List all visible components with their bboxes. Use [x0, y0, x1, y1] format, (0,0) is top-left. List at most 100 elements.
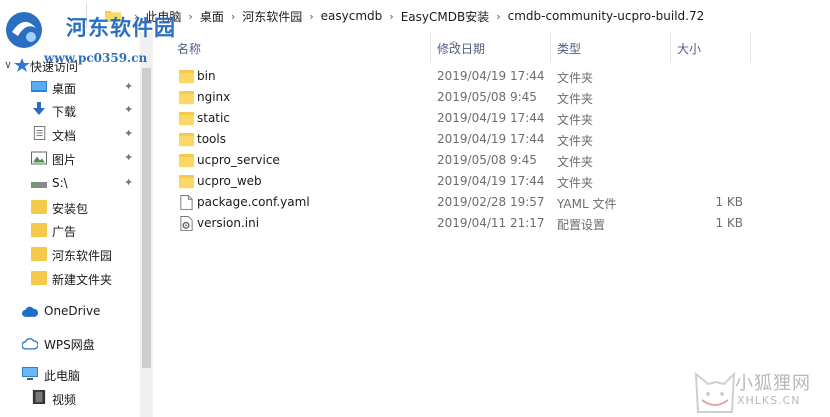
sidebar-item-label: 视频	[52, 393, 77, 407]
settings-file-icon	[180, 216, 193, 231]
chevron-right-icon[interactable]: ›	[492, 10, 504, 23]
folder-icon	[179, 69, 194, 84]
file-date: 2019/04/19 17:44	[437, 132, 545, 146]
file-row[interactable]: version.ini 2019/04/11 21:17 配置设置 1 KB	[153, 213, 830, 234]
chevron-right-icon[interactable]: ›	[227, 10, 239, 23]
file-type: 文件夹	[557, 155, 594, 169]
watermark-url: www.pc0359.cn	[44, 51, 148, 65]
file-row[interactable]: bin 2019/04/19 17:44 文件夹	[153, 66, 830, 87]
sidebar-scrollbar-thumb[interactable]	[142, 68, 151, 368]
file-icon	[180, 195, 193, 210]
file-size: 1 KB	[715, 195, 743, 209]
pin-icon[interactable]: ✦	[124, 103, 133, 116]
sidebar-item-folder[interactable]: 安装包	[0, 196, 140, 218]
column-divider[interactable]	[430, 32, 431, 62]
sidebar-item-label: 广告	[52, 225, 77, 239]
file-date: 2019/04/19 17:44	[437, 111, 545, 125]
column-header-type[interactable]: 类型	[557, 40, 581, 57]
column-header-name[interactable]: 名称	[177, 40, 201, 57]
column-header-row: ︿ 名称 修改日期 类型 大小	[153, 32, 830, 62]
file-name: version.ini	[197, 216, 260, 230]
file-type: 文件夹	[557, 134, 594, 148]
folder-icon	[31, 247, 47, 261]
file-date: 2019/04/19 17:44	[437, 174, 545, 188]
sidebar-item-folder[interactable]: 河东软件园	[0, 243, 140, 265]
file-name: static	[197, 111, 230, 125]
sidebar-item-this-pc[interactable]: 此电脑	[0, 363, 140, 385]
sidebar-item-pictures[interactable]: 图片 ✦	[0, 147, 140, 169]
pin-icon[interactable]: ✦	[124, 127, 133, 140]
watermark-bottom-url: XHLKS.CN	[737, 394, 801, 407]
sidebar-item-label: S:\	[52, 176, 68, 190]
file-type: 文件夹	[557, 92, 594, 106]
file-date: 2019/05/08 9:45	[437, 90, 537, 104]
file-row[interactable]: tools 2019/04/19 17:44 文件夹	[153, 129, 830, 150]
folder-icon	[179, 153, 194, 168]
star-icon	[14, 58, 30, 72]
file-name: tools	[197, 132, 226, 146]
column-divider[interactable]	[750, 32, 751, 62]
sidebar-item-label: 河东软件园	[52, 249, 113, 263]
sidebar-item-folder[interactable]: 新建文件夹	[0, 267, 140, 289]
computer-icon	[22, 367, 38, 380]
pin-icon[interactable]: ✦	[124, 151, 133, 164]
breadcrumb: › 此电脑 › 桌面 › 河东软件园 › easycmdb › EasyCMDB…	[130, 0, 707, 32]
folder-icon	[179, 90, 194, 105]
file-name: nginx	[197, 90, 231, 104]
column-header-size[interactable]: 大小	[677, 40, 701, 57]
sidebar-item-drive-s[interactable]: S:\ ✦	[0, 172, 140, 194]
file-type: 文件夹	[557, 71, 594, 85]
file-name: ucpro_web	[197, 174, 262, 188]
breadcrumb-item[interactable]: 河东软件园	[239, 8, 305, 25]
column-divider[interactable]	[550, 32, 551, 62]
file-type: 文件夹	[557, 113, 594, 127]
file-row[interactable]: nginx 2019/05/08 9:45 文件夹	[153, 87, 830, 108]
sidebar-item-downloads[interactable]: 下载 ✦	[0, 99, 140, 121]
pin-icon[interactable]: ✦	[124, 176, 133, 189]
sidebar-item-label: 桌面	[52, 82, 77, 96]
sidebar-item-desktop[interactable]: 桌面 ✦	[0, 76, 140, 98]
folder-icon	[179, 132, 194, 147]
file-row[interactable]: static 2019/04/19 17:44 文件夹	[153, 108, 830, 129]
sidebar-item-onedrive[interactable]: OneDrive	[0, 300, 140, 322]
sidebar-item-label: 下载	[52, 105, 77, 119]
sidebar-item-folder[interactable]: 广告	[0, 219, 140, 241]
folder-icon	[31, 200, 47, 214]
sidebar-item-label: 图片	[52, 153, 77, 167]
sidebar-item-video[interactable]: 视频	[0, 387, 140, 409]
breadcrumb-item[interactable]: easycmdb	[318, 9, 386, 23]
file-row[interactable]: ucpro_service 2019/05/08 9:45 文件夹	[153, 150, 830, 171]
folder-icon	[179, 111, 194, 126]
sidebar-item-label: 安装包	[52, 202, 89, 216]
chevron-right-icon[interactable]: ›	[184, 10, 196, 23]
folder-icon	[179, 174, 194, 189]
desktop-icon	[31, 81, 47, 92]
chevron-right-icon[interactable]: ›	[305, 10, 317, 23]
file-row[interactable]: package.conf.yaml 2019/02/28 19:57 YAML …	[153, 192, 830, 213]
watermark-bottom-title: 小狐狸网	[735, 373, 811, 394]
folder-icon	[31, 223, 47, 237]
file-type: 配置设置	[557, 218, 606, 232]
file-name: bin	[197, 69, 216, 83]
file-size: 1 KB	[715, 216, 743, 230]
document-icon	[33, 126, 46, 140]
watermark-logo-icon	[6, 12, 42, 48]
drive-icon	[31, 182, 47, 188]
sidebar-item-label: OneDrive	[44, 304, 101, 318]
pin-icon[interactable]: ✦	[124, 80, 133, 93]
file-date: 2019/05/08 9:45	[437, 153, 537, 167]
cloud-icon	[22, 338, 38, 350]
sidebar-item-label: 文档	[52, 129, 77, 143]
file-row[interactable]: ucpro_web 2019/04/19 17:44 文件夹	[153, 171, 830, 192]
video-icon	[32, 390, 46, 404]
column-divider[interactable]	[670, 32, 671, 62]
sidebar-item-documents[interactable]: 文档 ✦	[0, 123, 140, 145]
sidebar-item-label: WPS网盘	[44, 338, 95, 352]
download-icon	[33, 102, 45, 115]
chevron-right-icon[interactable]: ›	[385, 10, 397, 23]
breadcrumb-item[interactable]: EasyCMDB安装	[398, 8, 493, 25]
breadcrumb-item[interactable]: cmdb-community-ucpro-build.72	[505, 9, 708, 23]
breadcrumb-item[interactable]: 桌面	[197, 8, 227, 25]
column-header-date[interactable]: 修改日期	[437, 40, 485, 57]
sidebar-item-wps[interactable]: WPS网盘	[0, 332, 140, 354]
